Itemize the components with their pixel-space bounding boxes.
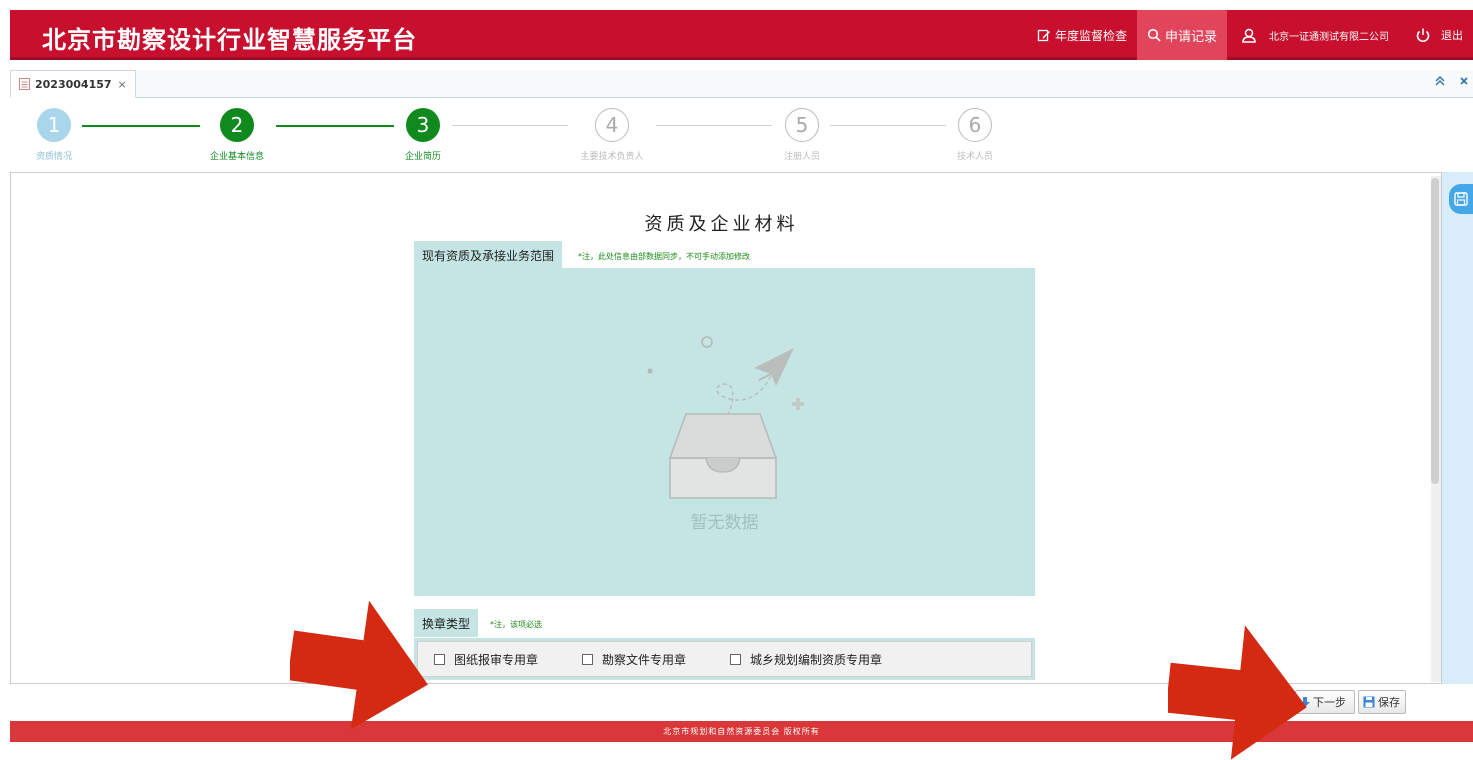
tab-label: 2023004157 [35, 77, 112, 91]
annotation-arrow-right [1168, 625, 1307, 760]
company-name: 北京一证通测试有限二公司 [1269, 31, 1389, 43]
step-1-circle[interactable]: 1 [37, 108, 71, 142]
seal-option-planning[interactable]: 城乡规划编制资质专用章 [730, 651, 882, 668]
side-rail [1442, 172, 1473, 684]
save-label: 保存 [1378, 696, 1400, 709]
annual-inspection-link[interactable]: 年度监督检查 [1027, 10, 1137, 60]
checkbox[interactable] [582, 653, 594, 665]
user-menu[interactable]: 北京一证通测试有限二公司 [1227, 10, 1399, 60]
application-records-label: 申请记录 [1164, 29, 1217, 45]
edit-icon [1037, 29, 1050, 42]
power-icon [1416, 28, 1430, 43]
scope-note: *注，此处信息由部数据同步，不可手动添加修改 [578, 252, 750, 261]
document-icon [19, 78, 30, 90]
progress-steps: 1 2 3 4 5 6 资质情况 企业基本信息 企业简历 主要技术负责人 注册人… [10, 98, 1473, 172]
step-connector [656, 125, 772, 126]
checkbox[interactable] [434, 653, 445, 665]
application-records-link[interactable]: 申请记录 [1136, 10, 1227, 60]
next-step-label: 下一步 [1313, 696, 1346, 709]
close-all-icon[interactable] [1459, 75, 1469, 87]
step-6-label: 技术人员 [956, 152, 993, 162]
collapse-up-icon[interactable] [1435, 75, 1445, 87]
tab-tools [1435, 75, 1469, 87]
annotation-arrow-left [290, 600, 428, 730]
step-5-circle[interactable]: 5 [785, 108, 819, 142]
save-icon [1454, 192, 1468, 206]
annual-inspection-label: 年度监督检查 [1054, 28, 1127, 43]
seal-option-label: 城乡规划编制资质专用章 [750, 652, 883, 667]
tab-bar: 2023004157 × [10, 70, 1473, 98]
scope-data-area: 暂无数据 [414, 268, 1035, 596]
search-icon [1147, 28, 1161, 42]
step-3-circle[interactable]: 3 [406, 108, 440, 142]
platform-title: 北京市勘察设计行业智慧服务平台 [42, 26, 417, 54]
save-button[interactable]: 保存 [1358, 690, 1406, 714]
step-2-circle[interactable]: 2 [220, 108, 254, 142]
empty-text: 暂无数据 [690, 513, 759, 533]
tab-application[interactable]: 2023004157 × [10, 70, 136, 98]
header-toolbar: 年度监督检查 申请记录 北京一证通测试有限二公司 退出 [1027, 10, 1473, 60]
step-5-label: 注册人员 [783, 152, 820, 162]
seal-option-label: 图纸报审专用章 [454, 652, 539, 667]
seal-type-options: 图纸报审专用章 勘察文件专用章 城乡规划编制资质专用章 [414, 638, 1035, 680]
step-3-label: 企业简历 [404, 152, 441, 162]
scope-tab: 现有资质及承接业务范围 [414, 241, 563, 269]
floating-save-button[interactable] [1449, 184, 1473, 214]
top-header: 北京市勘察设计行业智慧服务平台 年度监督检查 申请记录 北京一证通测试有限二公司… [10, 10, 1473, 60]
step-6-circle[interactable]: 6 [958, 108, 992, 142]
step-2-label: 企业基本信息 [209, 152, 264, 162]
step-4-label: 主要技术负责人 [580, 152, 644, 162]
seal-option-survey[interactable]: 勘察文件专用章 [582, 651, 686, 668]
step-connector [82, 125, 200, 127]
step-connector [830, 125, 946, 126]
logout-label: 退出 [1441, 29, 1463, 42]
step-connector [452, 125, 568, 126]
step-4-circle[interactable]: 4 [595, 108, 629, 142]
logout-button[interactable]: 退出 [1399, 10, 1473, 60]
seal-option-drawing[interactable]: 图纸报审专用章 [434, 651, 538, 668]
section-title: 资质及企业材料 [644, 214, 799, 235]
step-1-label: 资质情况 [35, 152, 72, 162]
user-icon [1242, 28, 1256, 43]
floppy-icon [1363, 696, 1375, 708]
seal-option-label: 勘察文件专用章 [602, 652, 687, 667]
step-connector [276, 125, 394, 127]
tab-close-icon[interactable]: × [118, 78, 127, 91]
empty-inbox-icon [647, 336, 804, 499]
checkbox[interactable] [730, 653, 742, 665]
seal-note: *注，该项必选 [490, 620, 542, 629]
